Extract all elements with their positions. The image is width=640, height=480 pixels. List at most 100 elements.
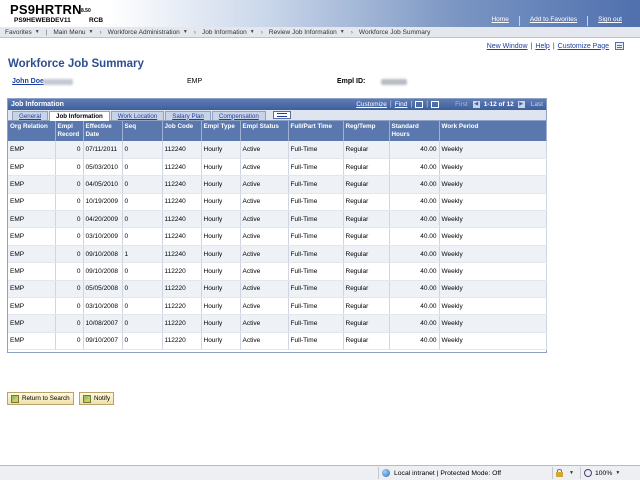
column-header[interactable]: Standard Hours xyxy=(389,121,440,141)
cell-job-code: 112240 xyxy=(162,210,202,229)
security-zone-text: Local intranet | Protected Mode: Off xyxy=(394,469,502,477)
view-all-icon[interactable] xyxy=(415,101,424,108)
tab-general[interactable]: General xyxy=(12,111,49,120)
cell-standard-hours: 40.00 xyxy=(389,245,440,264)
cell-seq: 0 xyxy=(122,227,163,246)
cell-job-code: 112220 xyxy=(162,280,202,299)
cell-job-code: 112240 xyxy=(162,175,202,194)
sign-out-link[interactable]: Sign out xyxy=(587,16,632,26)
breadcrumb-job-information[interactable]: Job Information ▼ xyxy=(197,29,260,36)
cell-empl-type: Hourly xyxy=(201,227,241,246)
cell-org-relation: EMP xyxy=(8,158,56,177)
cell-effective-date: 04/05/2010 xyxy=(83,175,123,194)
grid-header: Job Information Customize | Find | | Fir… xyxy=(8,99,546,110)
column-header[interactable]: Reg/Temp xyxy=(343,121,390,141)
customize-page-link[interactable]: Customize Page xyxy=(556,43,611,50)
cell-effective-date: 03/10/2009 xyxy=(83,227,123,246)
cell-reg-temp: Regular xyxy=(343,175,390,194)
cell-reg-temp: Regular xyxy=(343,193,390,212)
button-label: Return to Search xyxy=(22,395,70,402)
cell-work-period: Weekly xyxy=(439,332,547,351)
tab-salary-plan[interactable]: Salary Plan xyxy=(165,111,211,120)
cell-empl-record: 0 xyxy=(55,175,84,194)
breadcrumb-main-menu[interactable]: Main Menu ▼ xyxy=(48,29,98,36)
breadcrumb: Favorites ▼ | Main Menu ▼ › Workforce Admi… xyxy=(0,27,640,38)
cell-effective-date: 10/08/2007 xyxy=(83,314,123,333)
cell-reg-temp: Regular xyxy=(343,297,390,316)
cell-empl-status: Active xyxy=(240,175,289,194)
tab-compensation[interactable]: Compensation xyxy=(211,111,266,120)
cell-org-relation: EMP xyxy=(8,227,56,246)
breadcrumb-favorites[interactable]: Favorites ▼ xyxy=(0,29,45,36)
column-header[interactable]: Effective Date xyxy=(83,121,123,141)
cell-standard-hours: 40.00 xyxy=(389,210,440,229)
cell-empl-type: Hourly xyxy=(201,210,241,229)
column-header[interactable]: Job Code xyxy=(162,121,202,141)
cell-seq: 0 xyxy=(122,210,163,229)
breadcrumb-workforce-administration[interactable]: Workforce Administration ▼ xyxy=(103,29,193,36)
cell-reg-temp: Regular xyxy=(343,227,390,246)
chevron-down-icon: ▼ xyxy=(182,29,188,35)
cell-empl-record: 0 xyxy=(55,227,84,246)
tab-job-information[interactable]: Job Information xyxy=(49,111,110,121)
cell-reg-temp: Regular xyxy=(343,158,390,177)
cell-reg-temp: Regular xyxy=(343,332,390,351)
cell-reg-temp: Regular xyxy=(343,210,390,229)
page-links: New Window | Help | Customize Page xyxy=(485,42,624,50)
add-to-favorites-link[interactable]: Add to Favorites xyxy=(518,16,587,26)
table-row: EMP 0 09/10/2008 0 112220 Hourly Active Full-Ti… xyxy=(8,262,547,281)
return-icon xyxy=(11,394,19,403)
breadcrumb-review-job-information[interactable]: Review Job Information ▼ xyxy=(264,29,350,36)
grid-find-link[interactable]: Find xyxy=(393,101,410,108)
cell-effective-date: 05/03/2010 xyxy=(83,158,123,177)
cell-empl-type: Hourly xyxy=(201,262,241,281)
cell-full-part-time: Full-Time xyxy=(288,193,344,212)
tab-work-location[interactable]: Work Location xyxy=(110,111,165,120)
cell-empl-type: Hourly xyxy=(201,193,241,212)
column-header[interactable]: Work Period xyxy=(439,121,547,141)
return-to-search-button[interactable]: Return to Search xyxy=(7,392,74,405)
column-header[interactable]: Seq xyxy=(122,121,163,141)
notify-button[interactable]: Notify xyxy=(79,392,115,405)
security-zone: Local intranet | Protected Mode: Off xyxy=(378,467,550,479)
cell-empl-status: Active xyxy=(240,158,289,177)
download-grid-icon[interactable] xyxy=(431,101,440,108)
column-header[interactable]: Empl Type xyxy=(201,121,241,141)
grid-row-range: 1-12 of 12 xyxy=(483,101,514,108)
zoom-control[interactable]: 100% ▼ xyxy=(580,467,638,479)
app-database-name: PS9HRTRN xyxy=(10,2,82,17)
column-header[interactable]: Empl Record xyxy=(55,121,84,141)
grid-last-label: Last xyxy=(530,101,543,108)
column-header[interactable]: Full/Part Time xyxy=(288,121,344,141)
cell-empl-record: 0 xyxy=(55,332,84,351)
cell-seq: 0 xyxy=(122,193,163,212)
page-title: Workforce Job Summary xyxy=(8,58,144,70)
column-header[interactable]: Org Relation xyxy=(8,121,56,141)
chevron-down-icon: ▼ xyxy=(339,29,345,35)
cell-standard-hours: 40.00 xyxy=(389,227,440,246)
employee-name-link[interactable]: John Doe xyxy=(12,78,44,85)
show-all-columns-icon[interactable] xyxy=(272,111,291,119)
home-link[interactable]: Home xyxy=(481,16,518,26)
grid-customize-link[interactable]: Customize xyxy=(354,101,389,108)
column-header[interactable]: Empl Status xyxy=(240,121,289,141)
cell-empl-status: Active xyxy=(240,210,289,229)
cell-full-part-time: Full-Time xyxy=(288,245,344,264)
new-window-link[interactable]: New Window xyxy=(485,43,530,50)
help-link[interactable]: Help xyxy=(533,43,551,50)
cell-reg-temp: Regular xyxy=(343,262,390,281)
redacted-empl-id xyxy=(381,79,407,85)
cell-standard-hours: 40.00 xyxy=(389,141,440,159)
cell-seq: 0 xyxy=(122,262,163,281)
cell-standard-hours: 40.00 xyxy=(389,158,440,177)
app-server-name: PS9HEWEBDEV11 xyxy=(14,17,71,24)
cell-org-relation: EMP xyxy=(8,332,56,351)
cell-empl-record: 0 xyxy=(55,210,84,229)
breadcrumb-label: Main Menu xyxy=(53,28,86,36)
previous-page-icon[interactable]: ◀ xyxy=(472,101,480,108)
page-layout-icon[interactable] xyxy=(615,42,624,50)
chevron-down-icon: ▼ xyxy=(88,29,94,35)
protected-mode-cell[interactable]: ▼ xyxy=(552,467,578,479)
cell-reg-temp: Regular xyxy=(343,314,390,333)
next-page-icon[interactable]: ▶ xyxy=(517,101,525,108)
